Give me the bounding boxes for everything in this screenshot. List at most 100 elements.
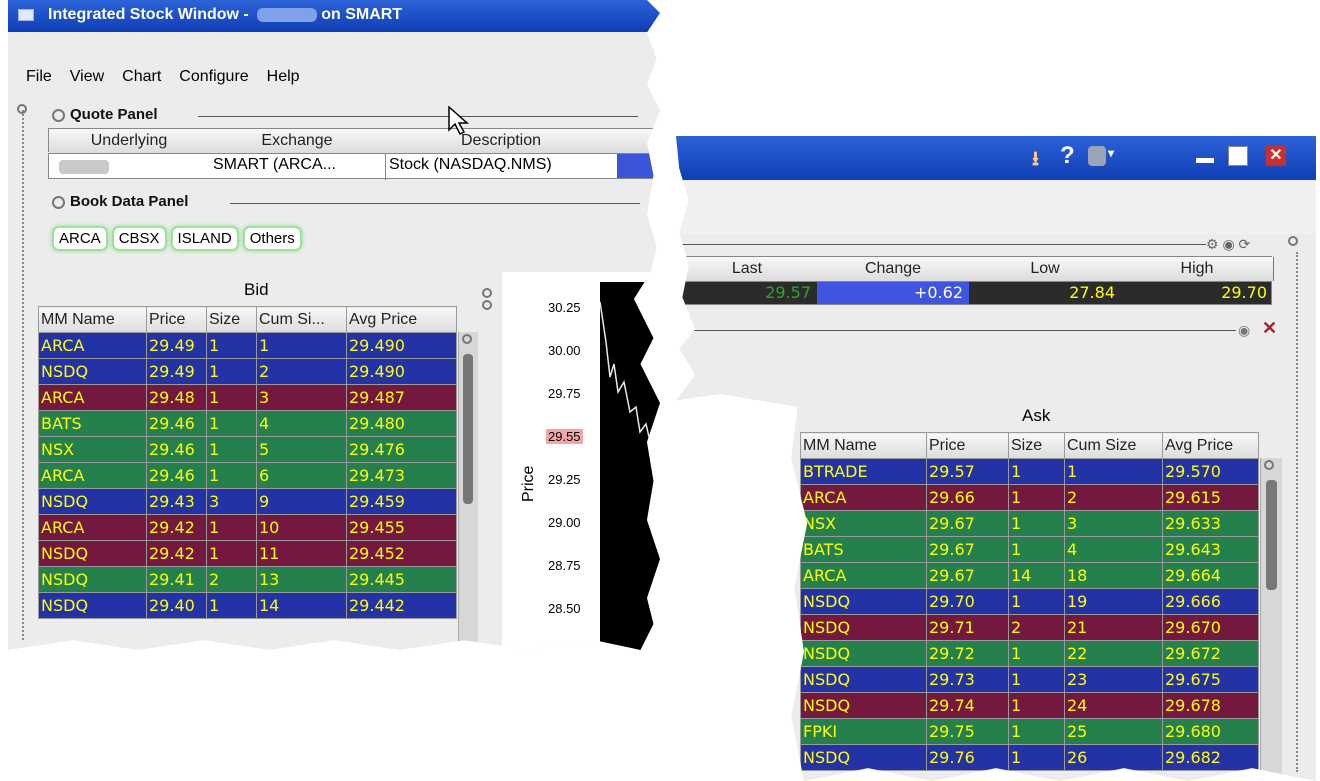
scroll-up-icon[interactable] [1264,460,1274,470]
bid-row[interactable]: NSDQ 29.49 1 2 29.490 [38,358,457,385]
close-icon[interactable]: ✕ [1266,146,1286,166]
bid-avg-price-cell: 29.480 [346,410,457,437]
bid-row[interactable]: BATS 29.46 1 4 29.480 [38,410,457,437]
col-mm-name[interactable]: MM Name [38,306,147,333]
ask-row[interactable]: BATS 29.67 1 4 29.643 [800,536,1259,563]
chevron-down-icon[interactable]: ▾ [1108,146,1114,160]
help-icon[interactable]: ? [1060,142,1075,170]
low-value: 27.84 [1069,283,1115,302]
bid-row[interactable]: NSDQ 29.43 3 9 29.459 [38,488,457,515]
scroll-thumb[interactable] [463,354,473,504]
ask-row[interactable]: NSDQ 29.72 1 22 29.672 [800,640,1259,667]
bid-size-cell: 1 [206,384,257,411]
exchange-island-button[interactable]: ISLAND [170,226,239,251]
bid-row[interactable]: NSDQ 29.40 1 14 29.442 [38,592,457,619]
collapse-icon[interactable] [52,195,65,209]
col-change[interactable]: Change [817,257,970,281]
col-description[interactable]: Description [385,129,618,153]
col-mm-name[interactable]: MM Name [800,432,927,459]
panel-toggle-icon[interactable] [778,428,788,438]
bid-row[interactable]: ARCA 29.48 1 3 29.487 [38,384,457,411]
title-bar[interactable]: ⭳ ? ▾ ✕ [676,136,1316,180]
exchange-arca-button[interactable]: ARCA [52,226,108,251]
bid-row[interactable]: NSDQ 29.42 1 11 29.452 [38,540,457,567]
menu-view[interactable]: View [70,68,104,85]
panel-toggle-icon[interactable] [1288,236,1298,246]
maximize-icon[interactable] [1228,146,1248,166]
settings-icons[interactable]: ⚙ ◉ ⟳ [1206,236,1250,253]
bid-row[interactable]: ARCA 29.46 1 6 29.473 [38,462,457,489]
ask-row[interactable]: BTRADE 29.57 1 1 29.570 [800,458,1259,485]
ask-row[interactable]: NSDQ 29.70 1 19 29.666 [800,588,1259,615]
ask-row[interactable]: NSDQ 29.76 1 26 29.682 [800,744,1259,771]
col-cum-size[interactable]: Cum Size [1064,432,1163,459]
panel-dock-strip[interactable] [1296,252,1298,772]
title-bar[interactable]: Integrated Stock Window - on SMART [8,0,660,32]
col-size[interactable]: Size [1008,432,1065,459]
collapse-icon[interactable] [52,108,65,122]
col-last[interactable]: Last [677,257,818,281]
price-chart[interactable]: Price 30.25 30.00 29.75 29.55 29.25 29.00 28.7… [502,272,660,650]
ask-scrollbar[interactable] [1260,458,1282,781]
chart-plot-area[interactable] [599,282,660,650]
panel-toggle-icon[interactable] [482,288,492,298]
bid-size-cell: 1 [206,358,257,385]
quote-values-row[interactable]: 29.57 +0.62 27.84 29.70 [676,281,1272,305]
ask-mm-name-cell: NSDQ [800,744,927,771]
col-price[interactable]: Price [146,306,207,333]
pin-icon[interactable]: ⭳ [1032,144,1039,178]
refresh-icon[interactable]: ◉ [1238,322,1250,339]
bid-row[interactable]: NSDQ 29.41 2 13 29.445 [38,566,457,593]
bid-row[interactable]: NSX 29.46 1 5 29.476 [38,436,457,463]
col-high[interactable]: High [1121,257,1274,281]
col-extra[interactable] [617,129,660,153]
minimize-icon[interactable] [1196,158,1214,163]
collapse-all-icon[interactable] [17,104,27,114]
y-tick-label: 29.75 [548,386,581,401]
bid-cum-size-cell: 11 [256,540,347,567]
ask-row[interactable]: NSX 29.67 1 3 29.633 [800,510,1259,537]
ask-size-cell: 1 [1008,692,1065,719]
close-panel-icon[interactable]: ✕ [1262,318,1277,339]
ask-size-cell: 1 [1008,666,1065,693]
panel-dock-strip[interactable] [784,442,786,772]
bid-row[interactable]: ARCA 29.49 1 1 29.490 [38,332,457,359]
col-exchange[interactable]: Exchange [209,129,386,153]
col-price[interactable]: Price [926,432,1009,459]
col-low[interactable]: Low [969,257,1122,281]
col-size[interactable]: Size [206,306,257,333]
ask-row[interactable]: ARCA 29.66 1 2 29.615 [800,484,1259,511]
ask-row[interactable]: ARCA 29.67 14 18 29.664 [800,562,1259,589]
col-underlying[interactable]: Underlying [49,129,210,153]
col-avg-price[interactable]: Avg Price [346,306,457,333]
menu-file[interactable]: File [26,68,52,85]
bid-row[interactable]: ARCA 29.42 1 10 29.455 [38,514,457,541]
menu-help[interactable]: Help [267,68,300,85]
ask-cum-size-cell: 23 [1064,666,1163,693]
bid-scrollbar[interactable] [458,332,478,650]
menu-configure[interactable]: Configure [179,68,248,85]
panel-dock-strip[interactable] [22,110,24,640]
scroll-thumb[interactable] [1266,480,1277,590]
book-panel-header[interactable]: Book Data Panel [52,193,188,210]
col-avg-price[interactable]: Avg Price [1162,432,1259,459]
quote-row[interactable]: SMART (ARCA... Stock (NASDAQ.NMS) [48,153,659,180]
exchange-others-button[interactable]: Others [242,226,302,251]
ask-row[interactable]: NSDQ 29.73 1 23 29.675 [800,666,1259,693]
panel-toggle-icon[interactable] [482,300,492,310]
ask-mm-name-cell: FPKI [800,718,927,745]
quote-panel-header[interactable]: Quote Panel [52,106,158,123]
ask-row[interactable]: NSDQ 29.74 1 24 29.678 [800,692,1259,719]
menu-chart[interactable]: Chart [122,68,161,85]
user-icon[interactable] [1088,146,1106,166]
scroll-up-icon[interactable] [462,334,472,344]
exchange-cbsx-button[interactable]: CBSX [111,226,167,251]
bid-mm-name-cell: NSDQ [38,358,147,385]
panel-toggle-icon[interactable] [778,406,788,416]
ask-row[interactable]: FPKI 29.75 1 25 29.680 [800,718,1259,745]
ask-mm-name-cell: ARCA [800,484,927,511]
col-cum-size[interactable]: Cum Si... [256,306,347,333]
ask-row[interactable]: NSDQ 29.71 2 21 29.670 [800,614,1259,641]
bid-header-row: MM Name Price Size Cum Si... Avg Price [38,306,457,333]
ask-price-cell: 29.72 [926,640,1009,667]
